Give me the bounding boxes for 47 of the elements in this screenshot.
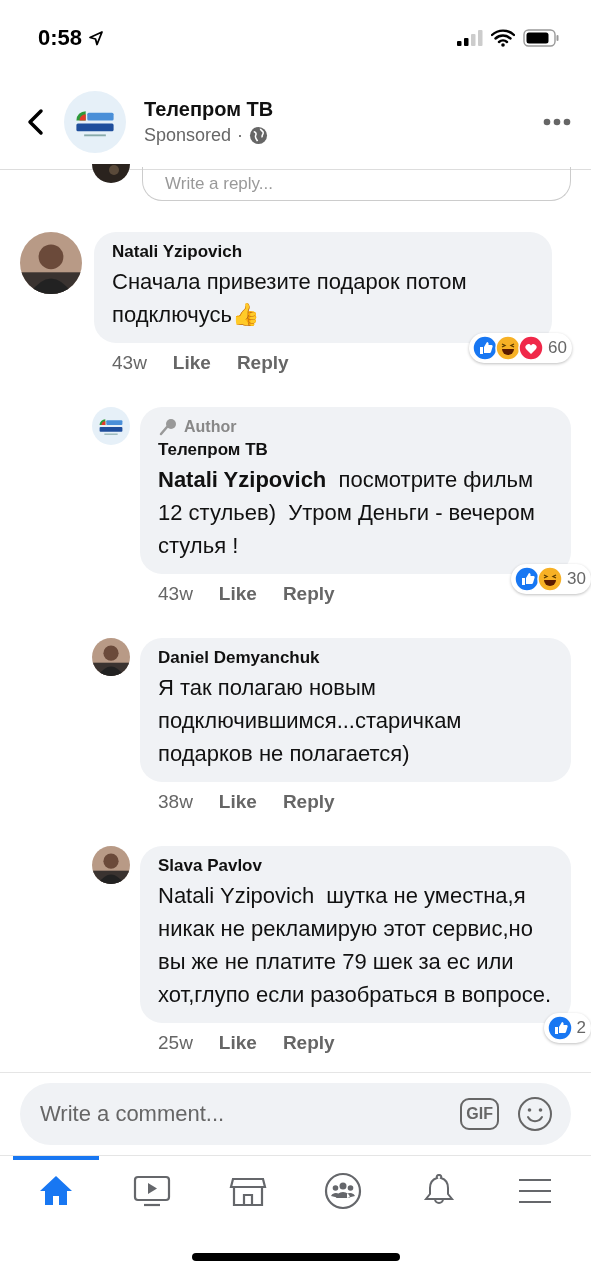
reply-link[interactable]: Reply bbox=[236, 352, 289, 374]
logo-icon bbox=[64, 91, 126, 153]
comment-text: Я так полагаю новым подключившимся...старичкам подарков не полагается) bbox=[158, 674, 463, 768]
reaction-summary[interactable]: 60 bbox=[469, 333, 572, 363]
more-icon[interactable] bbox=[543, 118, 571, 126]
comment-time: 43w bbox=[112, 352, 147, 374]
comment-author[interactable]: Natali Yzipovich bbox=[112, 242, 534, 262]
reply-link[interactable]: Reply bbox=[282, 1032, 335, 1054]
smiley-icon[interactable] bbox=[517, 1096, 553, 1132]
gif-button[interactable]: GIF bbox=[460, 1098, 499, 1130]
comment-author[interactable]: Телепром ТВ bbox=[158, 440, 553, 460]
like-link[interactable]: Like bbox=[218, 1032, 257, 1054]
comment-author[interactable]: Daniel Demyanchuk bbox=[158, 648, 553, 668]
like-icon bbox=[514, 566, 541, 592]
laughing-face-icon bbox=[495, 335, 522, 361]
battery-icon bbox=[523, 28, 559, 47]
reaction-summary[interactable]: 2 bbox=[543, 1013, 591, 1043]
laughing-face-icon bbox=[537, 566, 564, 592]
like-icon bbox=[546, 1015, 573, 1041]
comment-text: Natali Yzipovich шутка не уместна,я никак не рекламирую этот сервис,но вы же не платите 79 шек за ес или хот,глупо если разобраться в вопросе. bbox=[158, 882, 553, 1009]
comment-field[interactable]: Write a comment... GIF bbox=[20, 1083, 571, 1145]
comment-text: Сначала привезите подарок потом подключусь👍 bbox=[112, 268, 468, 329]
comment-time: 38w bbox=[158, 791, 193, 813]
page-name[interactable]: Телепром ТВ bbox=[144, 98, 525, 121]
reply-field[interactable]: Write a reply... bbox=[142, 167, 571, 201]
comment-author[interactable]: Slava Pavlov bbox=[158, 856, 553, 876]
reply-link[interactable]: Reply bbox=[282, 791, 335, 813]
author-label: Author bbox=[184, 418, 237, 436]
signal-icon bbox=[457, 29, 483, 46]
reply-link[interactable]: Reply bbox=[282, 583, 335, 605]
globe-icon bbox=[249, 126, 269, 145]
microphone-icon bbox=[158, 417, 178, 437]
reaction-summary[interactable]: 30 bbox=[511, 564, 591, 594]
like-link[interactable]: Like bbox=[218, 791, 257, 813]
comment-time: 43w bbox=[158, 583, 193, 605]
like-icon bbox=[472, 335, 499, 361]
groups-icon bbox=[323, 1170, 364, 1211]
logo-icon bbox=[92, 407, 130, 445]
location-arrow-icon bbox=[88, 29, 105, 46]
comment-time: 25w bbox=[158, 1032, 193, 1054]
wifi-icon bbox=[491, 28, 515, 47]
like-link[interactable]: Like bbox=[172, 352, 211, 374]
comment-text: Natali Yzipovich посмотрите фильм 12 стульев) Утром Деньги - вечером стулья ! bbox=[158, 466, 536, 560]
sponsored-label: Sponsored bbox=[144, 125, 232, 146]
separator-dot: · bbox=[237, 125, 244, 146]
like-link[interactable]: Like bbox=[218, 583, 257, 605]
clock-time: 0:58 bbox=[38, 24, 83, 51]
